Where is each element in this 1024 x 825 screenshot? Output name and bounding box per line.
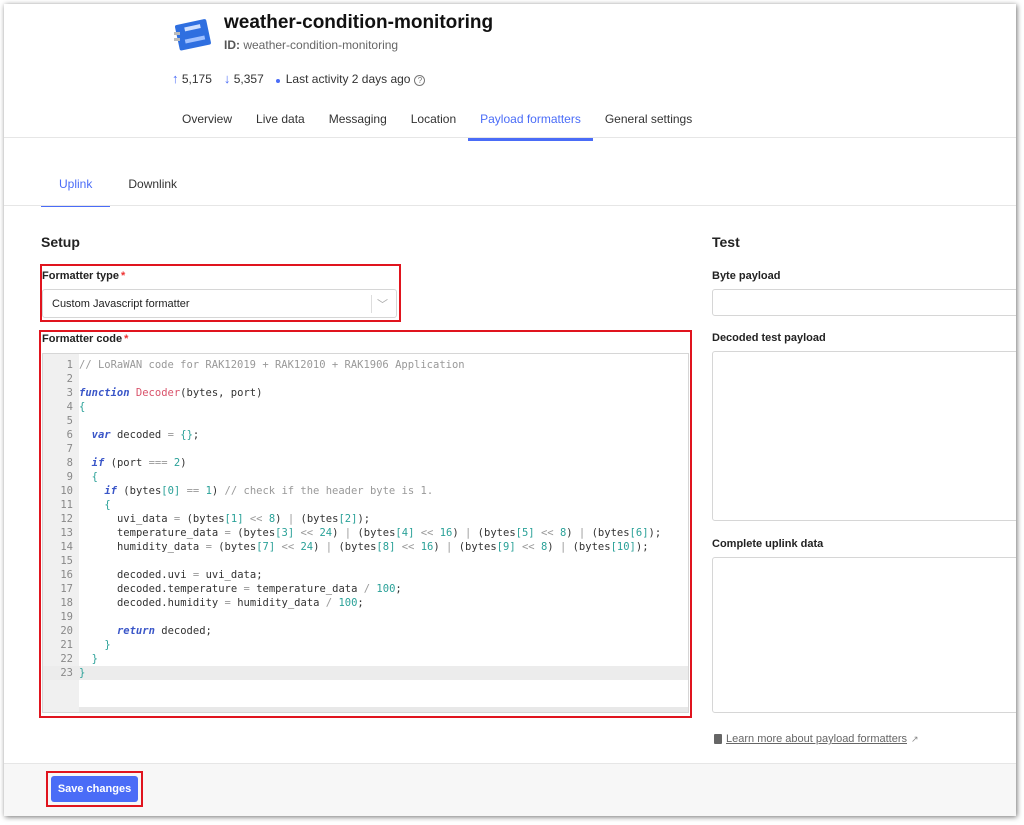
tab-messaging[interactable]: Messaging	[317, 104, 399, 141]
code-line: 12 uvi_data = (bytes[1] << 8) | (bytes[2…	[43, 512, 688, 526]
downlink-stat: ↓ 5,357	[223, 71, 264, 86]
line-number: 12	[60, 513, 73, 525]
code-line: 22 }	[43, 652, 688, 666]
tab-overview[interactable]: Overview	[170, 104, 244, 141]
code-line: 21 }	[43, 638, 688, 652]
code-line: 6 var decoded = {};	[43, 428, 688, 442]
line-number: 17	[60, 583, 73, 595]
line-number: 18	[60, 597, 73, 609]
arrow-down-icon: ↓	[223, 71, 231, 86]
line-number: 23	[60, 667, 73, 679]
last-activity: Last activity 2 days ago?	[275, 72, 426, 86]
code-lines: 1// LoRaWAN code for RAK12019 + RAK12010…	[43, 358, 688, 680]
complete-uplink-output[interactable]	[712, 557, 1016, 713]
code-line: 1// LoRaWAN code for RAK12019 + RAK12010…	[43, 358, 688, 372]
uplink-stat: ↑ 5,175	[172, 71, 212, 86]
help-icon[interactable]: ?	[414, 74, 426, 86]
line-number: 10	[60, 485, 73, 497]
book-icon	[714, 734, 722, 744]
setup-title: Setup	[41, 234, 80, 250]
code-line: 18 decoded.humidity = humidity_data / 10…	[43, 596, 688, 610]
line-number: 5	[66, 415, 73, 427]
line-number: 9	[66, 471, 73, 483]
code-line: 7	[43, 442, 688, 456]
status-dot-icon	[275, 78, 280, 83]
line-number: 11	[60, 499, 73, 511]
line-number: 22	[60, 653, 73, 665]
code-line: 2	[43, 372, 688, 386]
code-line: 9 {	[43, 470, 688, 484]
horizontal-scrollbar[interactable]	[79, 707, 688, 712]
code-line: 16 decoded.uvi = uvi_data;	[43, 568, 688, 582]
complete-uplink-label: Complete uplink data	[712, 538, 824, 550]
divider	[4, 137, 1016, 138]
code-line: 11 {	[43, 498, 688, 512]
code-editor[interactable]: 1// LoRaWAN code for RAK12019 + RAK12010…	[42, 353, 689, 713]
footer	[4, 763, 1016, 816]
tab-payload-formatters[interactable]: Payload formatters	[468, 104, 593, 141]
code-line: 23}	[43, 666, 688, 680]
learn-more-link[interactable]: Learn more about payload formatters ↗	[714, 733, 919, 745]
code-line: 15	[43, 554, 688, 568]
tab-uplink[interactable]: Uplink	[41, 168, 111, 207]
external-link-icon: ↗	[911, 733, 919, 744]
code-line: 13 temperature_data = (bytes[3] << 24) |…	[43, 526, 688, 540]
tab-location[interactable]: Location	[399, 104, 468, 141]
code-line: 3 function Decoder(bytes, port)	[43, 386, 688, 400]
line-number: 4	[66, 401, 73, 413]
code-line: 8 if (port === 2)	[43, 456, 688, 470]
page: weather-condition-monitoring ID: weather…	[4, 4, 1016, 816]
device-tabs: Overview Live data Messaging Location Pa…	[170, 104, 704, 141]
formatter-type-select[interactable]: Custom Javascript formatter ﹀	[42, 289, 397, 318]
tab-general-settings[interactable]: General settings	[593, 104, 704, 141]
chevron-down-icon: ﹀	[377, 299, 388, 311]
code-line: 14 humidity_data = (bytes[7] << 24) | (b…	[43, 540, 688, 554]
line-number: 6	[66, 429, 73, 441]
line-number: 21	[60, 639, 73, 651]
divider	[371, 295, 372, 313]
code-line: 19	[43, 610, 688, 624]
line-number: 20	[60, 625, 73, 637]
line-number: 8	[66, 457, 73, 469]
line-number: 3	[66, 387, 73, 399]
code-line: 20 return decoded;	[43, 624, 688, 638]
code-line: 5	[43, 414, 688, 428]
line-number: 1	[66, 359, 73, 371]
line-number: 16	[60, 569, 73, 581]
formatter-tabs: Uplink Downlink	[41, 168, 195, 207]
save-changes-button[interactable]: Save changes	[51, 776, 138, 802]
device-title: weather-condition-monitoring	[224, 12, 494, 33]
code-line: 17 decoded.temperature = temperature_dat…	[43, 582, 688, 596]
divider	[4, 205, 1016, 206]
line-number: 7	[66, 443, 73, 455]
line-number: 14	[60, 541, 73, 553]
code-line: 4{	[43, 400, 688, 414]
device-id: ID: weather-condition-monitoring	[224, 38, 399, 52]
tab-live-data[interactable]: Live data	[244, 104, 317, 141]
line-number: 15	[60, 555, 73, 567]
line-number: 13	[60, 527, 73, 539]
decoded-test-payload-output[interactable]	[712, 351, 1016, 521]
byte-payload-label: Byte payload	[712, 270, 781, 282]
device-icon	[174, 19, 211, 51]
formatter-code-label: Formatter code *	[42, 333, 129, 345]
formatter-type-label: Formatter type *	[42, 270, 126, 282]
stats: ↑ 5,175 ↓ 5,357 Last activity 2 days ago…	[172, 71, 426, 86]
decoded-test-payload-label: Decoded test payload	[712, 332, 826, 344]
line-number: 19	[60, 611, 73, 623]
line-number: 2	[66, 373, 73, 385]
arrow-up-icon: ↑	[172, 71, 179, 86]
byte-payload-input[interactable]	[712, 289, 1016, 316]
test-title: Test	[712, 234, 740, 250]
code-line: 10 if (bytes[0] == 1) // check if the he…	[43, 484, 688, 498]
tab-downlink[interactable]: Downlink	[110, 168, 195, 207]
